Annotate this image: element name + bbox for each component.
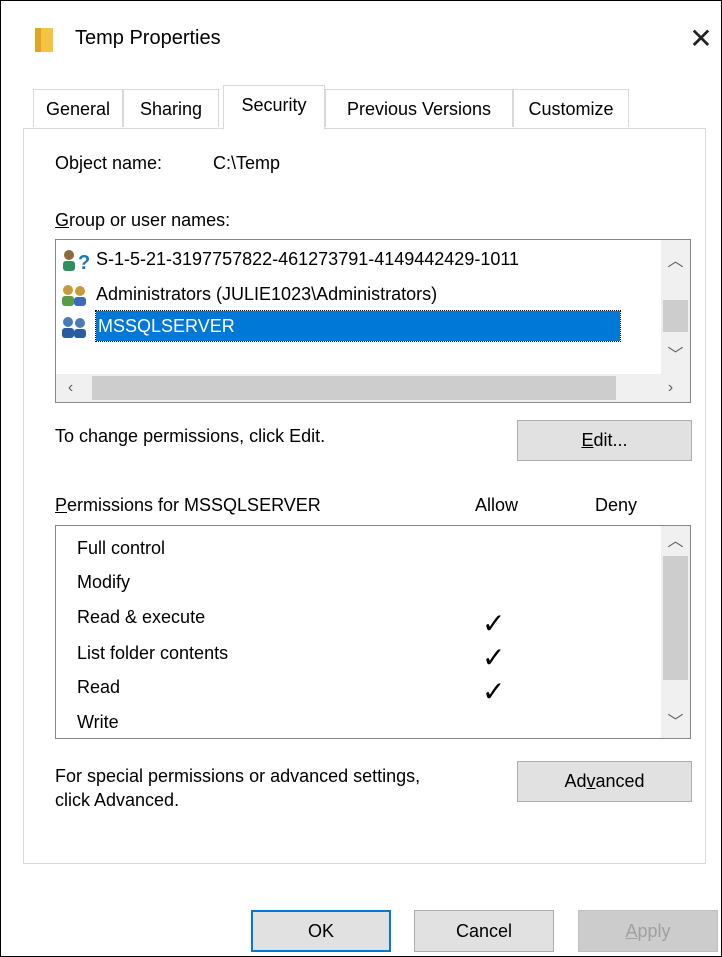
allow-checkmark-icon: ✓	[482, 676, 506, 707]
allow-column-header: Allow	[475, 495, 519, 515]
change-permissions-hint: To change permissions, click Edit.	[55, 426, 326, 446]
close-icon: ✕	[689, 23, 713, 54]
permission-row: Modify	[77, 572, 131, 592]
scroll-thumb[interactable]	[663, 300, 688, 332]
tab-previous-versions[interactable]: Previous Versions	[325, 89, 513, 127]
folder-icon	[35, 28, 53, 52]
security-panel: Object name: C:\Temp Group or user names…	[23, 128, 706, 864]
tab-customize[interactable]: Customize	[513, 89, 629, 127]
list-item[interactable]: ? S-1-5-21-3197757822-461273791-41494424…	[60, 244, 519, 274]
scroll-left-icon[interactable]: ‹	[56, 374, 85, 402]
scroll-down-icon[interactable]: ﹀	[661, 709, 690, 737]
group-icon	[60, 284, 96, 307]
list-item[interactable]: Administrators (JULIE1023\Administrators…	[60, 279, 437, 309]
scroll-thumb[interactable]	[663, 556, 688, 680]
svg-text:?: ?	[78, 252, 90, 271]
object-name-value: C:\Temp	[213, 153, 281, 173]
scroll-up-icon[interactable]: ︿	[661, 248, 690, 276]
ok-button[interactable]: OK	[251, 910, 391, 952]
group-user-list[interactable]: ? S-1-5-21-3197757822-461273791-41494424…	[55, 239, 691, 403]
advanced-hint-line1: For special permissions or advanced sett…	[55, 766, 421, 786]
permission-row: Full control	[77, 538, 166, 558]
group-icon	[60, 316, 96, 339]
edit-button[interactable]: Edit...	[517, 420, 692, 461]
permission-row: List folder contents	[77, 643, 229, 663]
permissions-title: Permissions for MSSQLSERVER	[55, 495, 321, 515]
list-item[interactable]: MSSQLSERVER	[60, 310, 621, 342]
list-horizontal-scrollbar[interactable]: ‹ ›	[56, 374, 690, 402]
permission-row: Write	[77, 712, 119, 732]
scroll-right-icon[interactable]: ›	[656, 374, 685, 402]
tab-sharing[interactable]: Sharing	[123, 89, 219, 127]
permission-row: Read	[77, 677, 121, 697]
scroll-down-icon[interactable]: ﹀	[661, 342, 690, 370]
permissions-vertical-scrollbar[interactable]: ︿ ﹀	[661, 526, 690, 738]
scroll-up-icon[interactable]: ︿	[661, 528, 690, 556]
window-title: Temp Properties	[75, 27, 221, 49]
properties-window: Temp Properties ✕ General Sharing Securi…	[0, 0, 722, 957]
title-bar: Temp Properties ✕	[1, 1, 721, 81]
permissions-list[interactable]: Full control Modify Read & execute List …	[55, 525, 691, 739]
unknown-user-icon: ?	[60, 249, 96, 274]
tab-security[interactable]: Security	[223, 85, 325, 130]
advanced-hint-line2: click Advanced.	[55, 790, 180, 810]
group-names-label: Group or user names:	[55, 210, 231, 230]
close-button[interactable]: ✕	[681, 19, 721, 59]
cancel-button[interactable]: Cancel	[414, 910, 554, 952]
object-name-label: Object name:	[55, 153, 163, 173]
deny-column-header: Deny	[595, 495, 638, 515]
apply-button[interactable]: Apply	[578, 910, 718, 952]
advanced-button[interactable]: Advanced	[517, 761, 692, 802]
permission-row: Read & execute	[77, 607, 206, 627]
list-vertical-scrollbar[interactable]: ︿ ﹀	[661, 240, 690, 374]
allow-checkmark-icon: ✓	[482, 642, 506, 673]
tab-general[interactable]: General	[33, 89, 123, 127]
allow-checkmark-icon: ✓	[482, 608, 506, 639]
scroll-thumb[interactable]	[92, 376, 616, 400]
